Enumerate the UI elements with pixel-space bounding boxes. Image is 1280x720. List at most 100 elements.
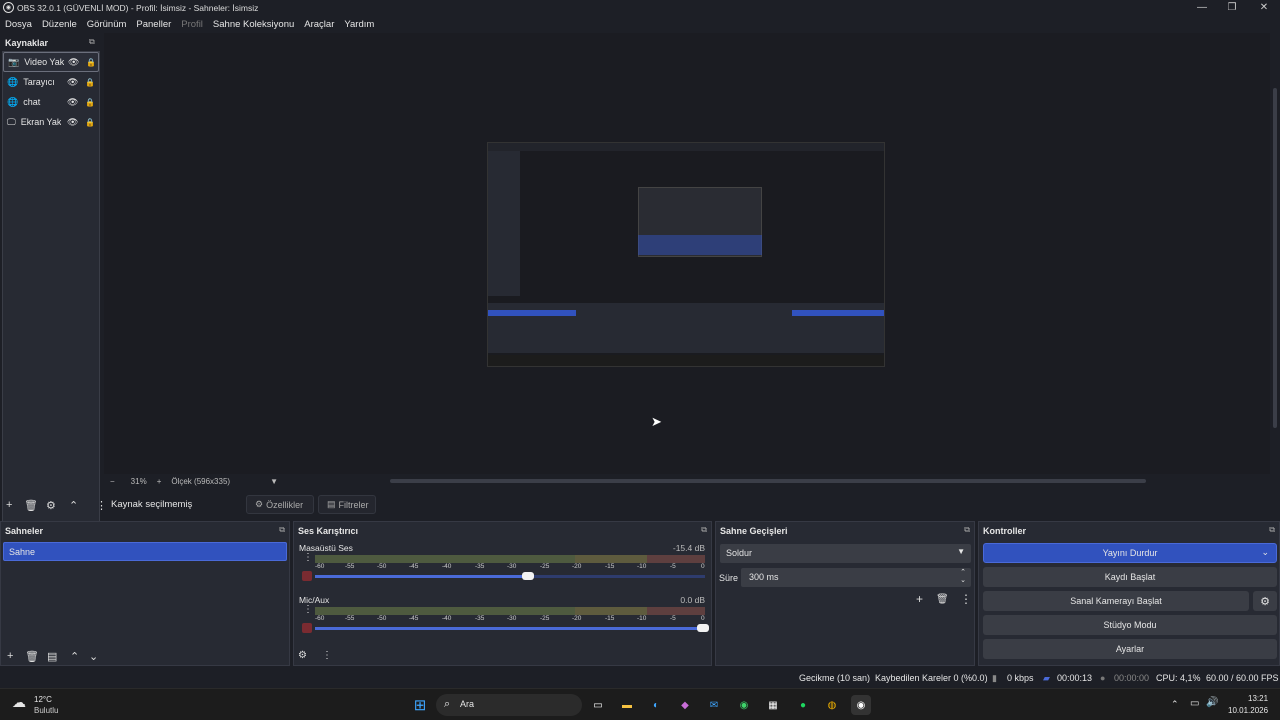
tick-label: -20 — [572, 615, 582, 622]
move-up-icon[interactable]: ⌃ — [69, 499, 78, 512]
menu-scene-collection[interactable]: Sahne Koleksiyonu — [213, 19, 294, 30]
task-view-icon[interactable]: ▭ — [588, 695, 608, 715]
whatsapp-icon[interactable]: ◉ — [734, 695, 754, 715]
volume-slider[interactable] — [315, 627, 705, 630]
undock-icon[interactable]: ⧉ — [701, 525, 707, 535]
spotify-icon[interactable]: ● — [793, 695, 813, 715]
stream-time: 00:00:13 — [1057, 673, 1093, 683]
zoom-in-button[interactable]: + — [157, 477, 162, 486]
lock-icon[interactable]: 🔒 — [86, 58, 96, 67]
volume-slider[interactable] — [315, 575, 705, 578]
horizontal-scrollbar[interactable] — [390, 479, 1146, 483]
no-source-selected: Kaynak seçilmemiş — [111, 499, 193, 510]
more-icon[interactable]: ⋮ — [303, 605, 313, 615]
network-icon[interactable]: ▭ — [1190, 698, 1199, 709]
undock-icon[interactable]: ⧉ — [1269, 525, 1275, 535]
scale-select[interactable]: Ölçek (596x335) — [171, 477, 230, 486]
trash-icon[interactable]: 🗑 — [936, 594, 949, 605]
source-item[interactable]: 🌐 chat 👁 🔒 — [3, 92, 99, 112]
meter-ticks: -60 -55 -50 -45 -40 -35 -30 -25 -20 -15 … — [315, 563, 705, 573]
taskbar-search[interactable]: ⌕ Ara — [436, 694, 582, 716]
chevron-down-icon[interactable]: ⌄ — [1261, 547, 1269, 558]
tick-label: -15 — [605, 563, 615, 570]
gear-icon: ⚙ — [255, 499, 264, 509]
menu-view[interactable]: Görünüm — [87, 19, 127, 30]
mute-icon[interactable] — [302, 623, 312, 633]
undock-icon[interactable]: ⧉ — [279, 525, 285, 535]
weather-desc: Bulutlu — [34, 706, 59, 715]
start-virtual-camera-button[interactable]: Sanal Kamerayı Başlat — [983, 591, 1249, 611]
obs-taskbar-icon[interactable]: ◉ — [851, 695, 871, 715]
copilot-icon[interactable]: ◆ — [675, 695, 695, 715]
add-icon[interactable]: + — [7, 650, 13, 662]
gear-icon[interactable]: ⚙ — [46, 499, 56, 512]
edge-icon[interactable]: ◐ — [646, 695, 666, 715]
menu-profile[interactable]: Profil — [181, 19, 203, 30]
spinner-icon[interactable]: ⌃ ⌄ — [960, 569, 966, 585]
menu-edit[interactable]: Düzenle — [42, 19, 77, 30]
monitor-icon: 🖵 — [7, 116, 16, 127]
trash-icon[interactable]: 🗑 — [25, 650, 39, 663]
add-icon[interactable]: + — [916, 592, 923, 606]
menu-tools[interactable]: Araçlar — [304, 19, 334, 30]
tick-label: -35 — [475, 615, 485, 622]
studio-mode-button[interactable]: Stüdyo Modu — [983, 615, 1277, 635]
source-item[interactable]: 🖵 Ekran Yak 👁 🔒 — [3, 112, 99, 132]
source-item[interactable]: 📷 Video Yak 👁 🔒 — [3, 52, 99, 72]
windows-start-icon[interactable]: ⊞ — [410, 695, 430, 715]
chevron-down-icon[interactable]: ▼ — [270, 477, 278, 486]
chevron-up-icon[interactable]: ⌃ — [1171, 699, 1179, 710]
stop-stream-button[interactable]: Yayını Durdur ⌄ — [983, 543, 1277, 563]
volume-slider-handle[interactable] — [697, 624, 709, 632]
maximize-icon[interactable]: ❐ — [1216, 0, 1248, 15]
lock-icon[interactable]: 🔒 — [85, 118, 95, 127]
move-up-icon[interactable]: ⌃ — [70, 650, 79, 663]
eye-icon[interactable]: 👁 — [67, 97, 78, 108]
tick-label: -55 — [345, 563, 355, 570]
vertical-scrollbar[interactable] — [1270, 33, 1280, 474]
source-item[interactable]: 🌐 Tarayıcı 👁 🔒 — [3, 72, 99, 92]
close-icon[interactable]: ✕ — [1248, 0, 1280, 15]
chrome-icon[interactable]: ◍ — [822, 695, 842, 715]
taskbar: ☁ 12°C Bulutlu ⊞ ⌕ Ara ▭ ▬ ◐ ◆ ✉ ◉ ▦ ● ◍… — [0, 688, 1280, 720]
stream-icon: ▰ — [1043, 673, 1050, 683]
menu-help[interactable]: Yardım — [344, 19, 374, 30]
undock-icon[interactable]: ⧉ — [964, 525, 970, 535]
eye-icon[interactable]: 👁 — [67, 77, 78, 88]
transition-select[interactable]: Soldur ▼ — [720, 544, 971, 563]
weather-icon[interactable]: ☁ — [12, 694, 26, 711]
file-explorer-icon[interactable]: ▬ — [617, 695, 637, 715]
lock-icon[interactable]: 🔒 — [85, 98, 95, 107]
move-down-icon[interactable]: ⌄ — [89, 650, 98, 663]
gear-icon[interactable]: ⚙ — [1253, 591, 1277, 611]
minimize-icon[interactable]: — — [1186, 0, 1218, 15]
filters-button[interactable]: ▤ Filtreler — [318, 495, 376, 514]
duration-input[interactable]: 300 ms ⌃ ⌄ — [741, 568, 971, 587]
properties-button[interactable]: ⚙ Özellikler — [246, 495, 314, 514]
volume-slider-handle[interactable] — [521, 572, 534, 580]
more-icon[interactable]: ⋮ — [303, 553, 313, 563]
outlook-icon[interactable]: ✉ — [704, 695, 724, 715]
undock-icon[interactable]: ⧉ — [89, 37, 95, 47]
mute-icon[interactable] — [302, 571, 312, 581]
mixer-settings-icon[interactable]: ⚙ — [298, 650, 307, 661]
menu-docks[interactable]: Paneller — [136, 19, 171, 30]
add-icon[interactable]: + — [6, 499, 12, 511]
scene-item[interactable]: Sahne — [3, 542, 287, 561]
store-icon[interactable]: ▦ — [763, 695, 783, 715]
settings-button[interactable]: Ayarlar — [983, 639, 1277, 659]
more-icon[interactable]: ⋮ — [960, 592, 972, 606]
zoom-out-button[interactable]: − — [110, 477, 115, 486]
menu-file[interactable]: Dosya — [5, 19, 32, 30]
volume-icon[interactable]: 🔊 — [1206, 697, 1218, 708]
dropped-frames: Kaybedilen Kareler 0 (%0.0) — [875, 673, 988, 683]
trash-icon[interactable]: 🗑 — [24, 499, 38, 512]
filter-icon[interactable]: ▤ — [47, 650, 57, 663]
eye-icon[interactable]: 👁 — [67, 117, 78, 128]
more-icon[interactable]: ⋮ — [322, 650, 332, 661]
lock-icon[interactable]: 🔒 — [85, 78, 95, 87]
start-recording-button[interactable]: Kaydı Başlat — [983, 567, 1277, 587]
record-time: 00:00:00 — [1114, 673, 1150, 683]
eye-icon[interactable]: 👁 — [68, 57, 79, 68]
mouse-cursor-icon: ➤ — [651, 414, 662, 429]
